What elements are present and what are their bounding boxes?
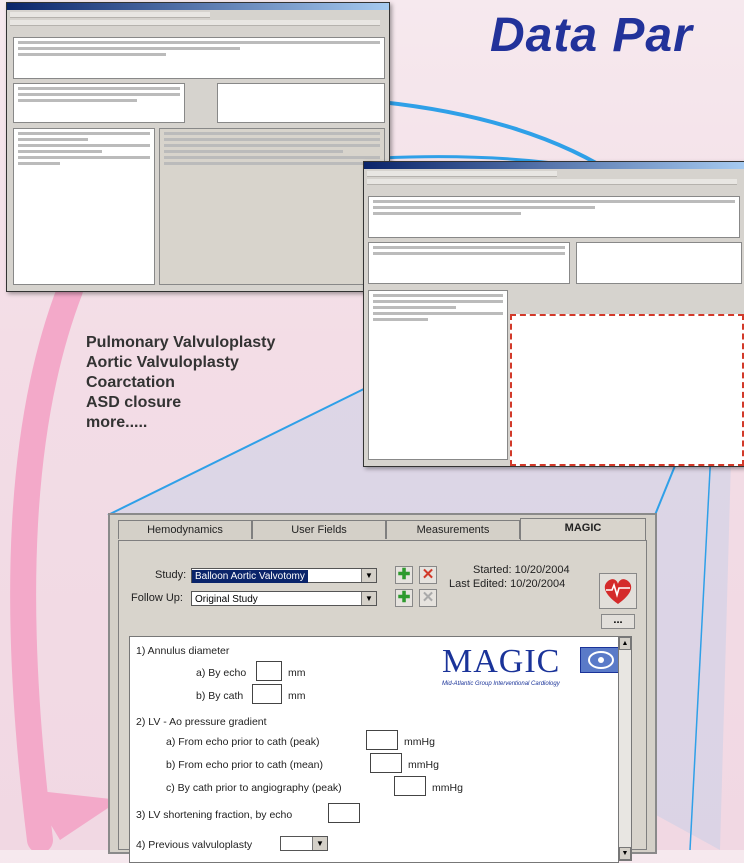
unit-mmhg: mmHg: [404, 736, 435, 748]
magic-submit-button[interactable]: [599, 573, 637, 609]
question-2a: a) From echo prior to cath (peak): [166, 736, 320, 748]
followup-label: Follow Up:: [131, 592, 183, 604]
annulus-echo-input[interactable]: [256, 661, 282, 681]
procedure-item: ASD closure: [86, 394, 182, 411]
plus-icon: ✚: [397, 589, 411, 606]
procedure-item: Coarctation: [86, 374, 175, 391]
question-4: 4) Previous valvuloplasty: [136, 839, 253, 851]
x-icon: ✕: [421, 589, 435, 606]
chevron-down-icon[interactable]: ▼: [361, 592, 376, 605]
x-icon: ✕: [421, 566, 435, 583]
add-followup-button[interactable]: ✚: [395, 589, 413, 607]
gradient-echo-mean-input[interactable]: [370, 753, 402, 773]
study-label: Study:: [155, 569, 187, 581]
window-titlebar: [364, 162, 744, 169]
followup-select[interactable]: Original Study ▼: [191, 591, 377, 606]
mini-personnel-list: [217, 83, 385, 123]
gradient-cath-peak-input[interactable]: [394, 776, 426, 796]
poster-title: Data Par: [490, 9, 693, 62]
unit-mm: mm: [288, 690, 306, 702]
magic-questionnaire: MAGIC Mid-Atlantic Group Interventional …: [129, 636, 619, 863]
magic-logo-graphic: [580, 647, 618, 673]
screenshot-window-1: [6, 2, 390, 292]
procedure-list: Pulmonary Valvuloplasty Aortic Valvulopl…: [86, 333, 275, 433]
delete-followup-button[interactable]: ✕: [419, 589, 437, 607]
gradient-echo-peak-input[interactable]: [366, 730, 398, 750]
study-value: Balloon Aortic Valvotomy: [192, 570, 308, 583]
form-scrollbar[interactable]: ▲ ▼: [618, 636, 632, 861]
question-2b: b) From echo prior to cath (mean): [166, 759, 323, 771]
mini-magic-tab-highlight: [510, 314, 744, 466]
chevron-down-icon[interactable]: ▼: [361, 569, 376, 582]
scroll-up-icon[interactable]: ▲: [619, 637, 631, 650]
heart-icon: [604, 579, 632, 604]
question-1: 1) Annulus diameter: [136, 645, 230, 657]
study-select[interactable]: Balloon Aortic Valvotomy ▼: [191, 568, 377, 583]
unit-mmhg: mmHg: [408, 759, 439, 771]
add-study-button[interactable]: ✚: [395, 566, 413, 584]
followup-value: Original Study: [195, 594, 258, 605]
window-titlebar: [7, 3, 389, 10]
plus-icon: ✚: [397, 566, 411, 583]
unit-mm: mm: [288, 667, 306, 679]
shortening-fraction-input[interactable]: [328, 803, 360, 823]
screenshot-window-2: [363, 161, 744, 467]
procedure-item: more.....: [86, 414, 148, 431]
scroll-down-icon[interactable]: ▼: [619, 847, 631, 860]
magic-logo-text: MAGIC: [442, 643, 561, 680]
question-1b: b) By cath: [196, 690, 244, 702]
procedure-item: Pulmonary Valvuloplasty: [86, 334, 276, 351]
magic-panel: Hemodynamics User Fields Measurements MA…: [108, 513, 657, 863]
procedure-item: Aortic Valvuloplasty: [86, 354, 239, 371]
unit-mmhg: mmHg: [432, 782, 463, 794]
chevron-down-icon[interactable]: ▼: [312, 837, 327, 850]
delete-study-button[interactable]: ✕: [419, 566, 437, 584]
tab-magic[interactable]: MAGIC: [520, 518, 646, 541]
tab-measurements[interactable]: Measurements: [386, 520, 520, 539]
annulus-cath-input[interactable]: [252, 684, 282, 704]
magic-logo-subtitle: Mid-Atlantic Group Interventional Cardio…: [442, 681, 560, 687]
question-2: 2) LV - Ao pressure gradient: [136, 716, 267, 728]
previous-valvuloplasty-select[interactable]: ▼: [280, 836, 328, 851]
magic-logo: MAGIC Mid-Atlantic Group Interventional …: [442, 643, 618, 688]
tab-user-fields[interactable]: User Fields: [252, 520, 386, 539]
question-1a: a) By echo: [196, 667, 247, 679]
question-3: 3) LV shortening fraction, by echo: [136, 809, 293, 821]
tab-strip: Hemodynamics User Fields Measurements MA…: [118, 518, 647, 541]
pink-arrow: [10, 277, 83, 850]
tab-hemodynamics[interactable]: Hemodynamics: [118, 520, 252, 539]
started-date: Started: 10/20/2004: [473, 564, 570, 576]
last-edited-date: Last Edited: 10/20/2004: [449, 578, 566, 590]
magic-tab-body: Study: Balloon Aortic Valvotomy ▼ ✚ ✕ St…: [118, 540, 647, 863]
more-button[interactable]: ...: [601, 614, 635, 629]
question-2c: c) By cath prior to angiography (peak): [166, 782, 342, 794]
